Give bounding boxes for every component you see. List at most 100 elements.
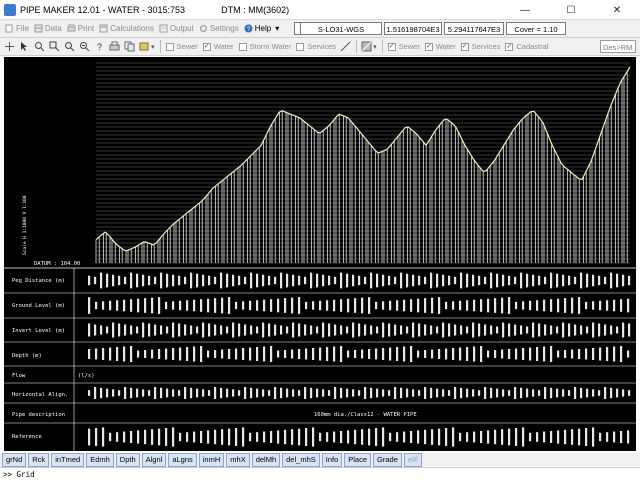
band-value-mark [256,432,259,442]
band-value-mark [154,276,157,285]
band-value-mark [502,274,505,287]
menu-data[interactable]: Data [34,24,62,33]
menu-print[interactable]: Print [67,24,94,33]
cmd-edmh-button[interactable]: Edmh [86,453,114,467]
band-value-mark [550,387,553,399]
band-value-mark [88,275,91,286]
minimize-button[interactable]: — [502,0,548,20]
band-value-mark [406,273,409,288]
band-value-mark [109,300,112,311]
band-value-mark [102,301,105,310]
services-checkbox[interactable] [296,42,305,51]
cmd-algnl-button[interactable]: Algnl [141,453,167,467]
cmd-intmed-button[interactable]: inTmed [51,453,85,467]
long-section-canvas[interactable]: DATUM : 104.00 Scale H 1:1000 V 1:100 Pe… [4,57,636,451]
cover-field[interactable]: Cover = 1.10 [506,22,566,35]
zoom-window-icon[interactable] [49,41,60,52]
band-value-mark [424,324,427,336]
band-value-mark [424,387,427,399]
band-value-mark [418,390,421,396]
cmd-mhx-button[interactable]: mhX [226,453,250,467]
command-line[interactable]: >> Grid [0,467,640,480]
band-value-mark [322,389,325,397]
layer-toggle-cadastral[interactable]: ✓ Cadastral [505,42,548,51]
band-value-mark [305,428,308,446]
layer-toggle-water-right[interactable]: ✓ Water [424,42,456,51]
band-value-mark [520,325,523,335]
cadastral-checkbox[interactable]: ✓ [505,42,514,51]
layer-toggle-sewer-right[interactable]: ✓ Sewer [387,42,420,51]
cmd-place-button[interactable]: Place [344,453,372,467]
band-value-mark [412,322,415,338]
zoom-out-icon[interactable] [79,41,90,52]
band-value-mark [424,298,427,313]
copy-icon[interactable] [124,41,135,52]
cmd-inmh-button[interactable]: inmH [198,453,225,467]
cmd-grnd-button[interactable]: grNd [2,453,27,467]
layer-toggle-services-right[interactable]: ✓ Services [460,42,500,51]
select-arrow-icon[interactable] [19,41,30,52]
layer-toggle-storm-water[interactable]: Storm Water [238,42,291,51]
band-value-mark [580,387,583,399]
band-value-mark [403,299,406,312]
band-value-mark [165,301,168,310]
cmd-delmh-button[interactable]: delMh [251,453,281,467]
services-pipe-icon[interactable] [340,41,351,52]
layers-icon[interactable] [139,41,150,52]
layers-dropdown-icon[interactable]: ▾ [151,43,155,51]
sewer-label: Sewer [176,42,198,51]
band-value-mark [226,273,229,288]
chevron-down-icon[interactable]: ▾ [275,24,279,33]
cmd-algns-button[interactable]: aLgns [168,453,197,467]
menu-calculations[interactable]: Calculations [99,24,154,33]
menu-output[interactable]: Output [159,24,194,33]
storm-water-checkbox[interactable] [238,42,247,51]
cmd-eif-button[interactable]: eiF [403,453,423,467]
cmd-info-button[interactable]: Info [321,453,343,467]
maximize-button[interactable]: ☐ [548,0,594,20]
band-value-mark [529,432,532,442]
band-value-mark [508,297,511,314]
zoom-extents-icon[interactable] [64,41,75,52]
band-value-mark [347,298,350,313]
band-value-mark [179,432,182,442]
band-value-mark [438,297,441,314]
print-preview-icon[interactable] [109,41,120,52]
band-value-mark [228,297,231,314]
design-select[interactable]: Des>RM [600,40,636,53]
cmd-grade-button[interactable]: Grade [373,453,402,467]
band-value-mark [352,322,355,338]
coord-system-field[interactable]: S-LO31-WGS [300,22,382,35]
cmd-dpth-button[interactable]: Dpth [115,453,140,467]
layer-toggle-sewer[interactable]: Sewer [165,42,198,51]
hatch-dropdown-icon[interactable]: ▾ [373,43,377,51]
cmd-rck-button[interactable]: Rck [28,453,50,467]
water-checkbox[interactable]: ✓ [202,42,211,51]
band-value-mark [193,299,196,312]
services-right-checkbox[interactable]: ✓ [460,42,469,51]
cmd-del-mhs-button[interactable]: del_mhS [282,453,320,467]
close-button[interactable]: ✕ [594,0,640,20]
band-value-mark [514,387,517,399]
profile-drawing[interactable]: DATUM : 104.00 Scale H 1:1000 V 1:100 Pe… [4,57,636,451]
sewer-right-checkbox[interactable]: ✓ [387,42,396,51]
band-value-mark [207,350,210,358]
zoom-in-icon[interactable] [34,41,45,52]
water-right-checkbox[interactable]: ✓ [424,42,433,51]
sewer-checkbox[interactable] [165,42,174,51]
row-label-invert-level: Invert Level (m) [12,328,65,334]
band-value-mark [502,389,505,397]
hatch-icon[interactable] [361,41,372,52]
menu-help[interactable]: ? Help [244,24,271,33]
band-value-mark [557,298,560,313]
query-icon[interactable]: ? [94,41,105,52]
layer-toggle-water[interactable]: ✓ Water [202,42,234,51]
menu-file[interactable]: File [5,24,29,33]
band-value-mark [136,388,139,398]
pan-icon[interactable] [4,41,15,52]
layer-toggle-services[interactable]: Services [296,42,336,51]
band-value-mark [166,388,169,398]
data-band: Peg Distance (m) Ground Level (m) Invert… [4,267,636,451]
menu-settings[interactable]: Settings [199,24,239,33]
toolbar-separator [356,40,358,53]
